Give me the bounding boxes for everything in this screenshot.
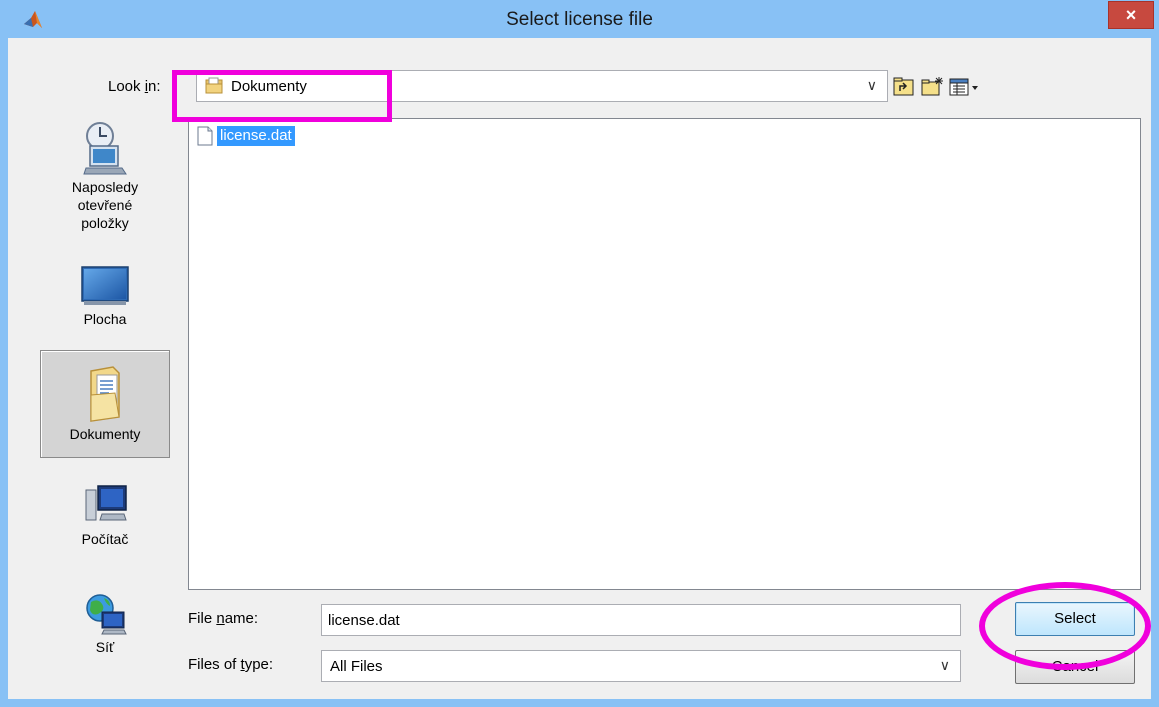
file-name: license.dat <box>217 126 295 146</box>
file-icon <box>197 126 213 146</box>
computer-icon <box>85 485 127 521</box>
file-name-label: File name: <box>188 610 259 627</box>
dialog-title: Select license file <box>506 9 653 30</box>
place-label: otevřené <box>77 197 133 213</box>
close-icon: × <box>1125 5 1137 25</box>
file-list[interactable]: license.dat <box>188 118 1141 590</box>
title-bar[interactable]: Select license file × <box>0 0 1159 38</box>
place-desktop[interactable]: Plocha <box>40 258 170 340</box>
place-network[interactable]: Síť <box>40 590 170 670</box>
file-type-combo[interactable]: All Files ∨ <box>321 650 961 682</box>
place-label: Síť <box>95 639 115 655</box>
network-icon <box>86 594 127 635</box>
place-computer[interactable]: Počítač <box>40 478 170 566</box>
place-label: Počítač <box>81 531 129 547</box>
file-type-label: Files of type: <box>188 656 274 673</box>
new-folder-icon[interactable] <box>920 76 944 98</box>
file-type-value: All Files <box>330 658 383 675</box>
chevron-down-icon[interactable]: ∨ <box>940 657 950 674</box>
view-menu-icon[interactable] <box>948 76 980 98</box>
place-label: Plocha <box>83 311 127 327</box>
look-in-label: Look in: <box>108 78 161 95</box>
place-label: položky <box>81 215 129 231</box>
place-documents[interactable]: Dokumenty <box>40 350 170 458</box>
annotation-highlight-rectangle <box>172 70 392 122</box>
desktop-icon <box>81 266 129 305</box>
place-label: Dokumenty <box>69 426 141 442</box>
place-label: Naposledy <box>71 179 139 195</box>
up-one-level-icon[interactable] <box>892 76 916 98</box>
dialog-body: Look in: Dokumenty ∨ Naposledy otevřené … <box>8 38 1151 699</box>
documents-icon <box>90 366 120 422</box>
file-name-input[interactable] <box>321 604 961 636</box>
annotation-highlight-ellipse <box>979 582 1151 670</box>
list-item[interactable]: license.dat <box>197 125 295 147</box>
place-recent-items[interactable]: Naposledy otevřené položky <box>40 116 170 238</box>
recent-items-icon <box>83 122 127 175</box>
close-button[interactable]: × <box>1108 1 1154 29</box>
chevron-down-icon[interactable]: ∨ <box>867 77 877 94</box>
dialog-window: Select license file × Look in: Dokumenty… <box>0 0 1159 707</box>
